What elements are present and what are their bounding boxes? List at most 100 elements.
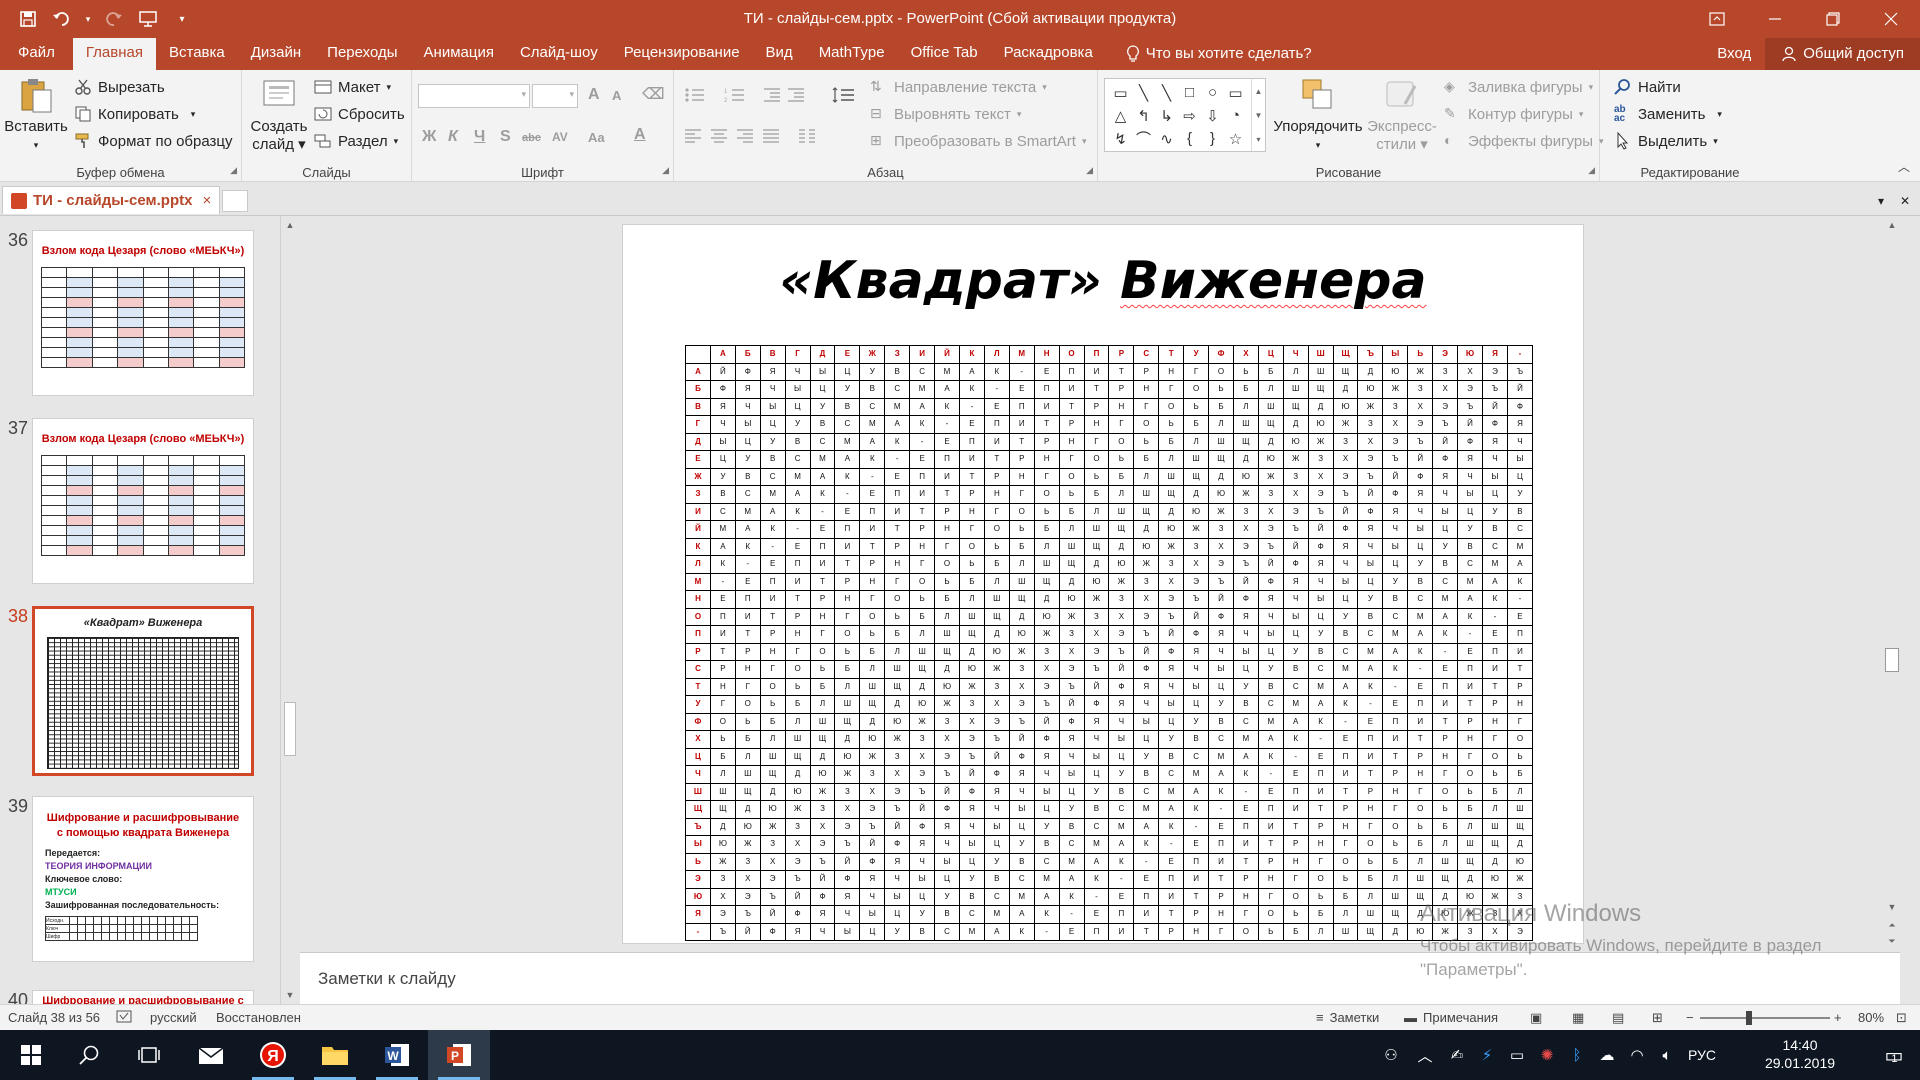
copy-button[interactable]: Копировать ▾ — [74, 105, 195, 123]
tab-officetab[interactable]: Office Tab — [898, 38, 991, 70]
shape-gallery-item[interactable]: ◔ — [1224, 104, 1247, 127]
tell-me-search[interactable]: Что вы хотите сделать? — [1106, 38, 1325, 70]
mail-app[interactable] — [180, 1030, 242, 1080]
decrease-indent-icon[interactable] — [762, 86, 782, 104]
spelling-icon[interactable] — [116, 1010, 134, 1024]
notes-pane[interactable]: Заметки к слайду — [300, 952, 1900, 1004]
select-button[interactable]: Выделить ▾ — [1614, 132, 1718, 150]
shape-gallery-item[interactable]: ╲ — [1155, 81, 1178, 104]
task-view-button[interactable] — [118, 1030, 180, 1080]
slide-sorter-icon[interactable]: ▦ — [1572, 1010, 1584, 1026]
shape-outline-button[interactable]: ✎ Контур фигуры ▾ — [1444, 105, 1583, 123]
columns-icon[interactable] — [798, 128, 816, 144]
lightning-icon[interactable]: ⚡ — [1472, 1046, 1502, 1064]
pen-icon[interactable]: ✍ — [1442, 1046, 1472, 1064]
tab-transitions[interactable]: Переходы — [314, 38, 410, 70]
bullets-icon[interactable] — [684, 86, 706, 104]
scrollbar-thumb[interactable] — [1885, 648, 1899, 672]
scroll-down-icon[interactable]: ▼ — [1882, 898, 1902, 916]
dialog-launcher-icon[interactable]: ◢ — [1588, 165, 1595, 176]
shape-gallery-item[interactable]: } — [1201, 127, 1224, 150]
close-tab-icon[interactable]: × — [202, 192, 211, 209]
vigenere-square-table[interactable]: АБВГДЕЖЗИЙКЛМНОПРСТУФХЦЧШЩЪЫЬЭЮЯ-АЙФЯЧЫЦ… — [685, 345, 1534, 941]
chevron-down-icon[interactable]: ▾ — [168, 5, 196, 33]
slide-scrollbar[interactable]: ▲ ▼ ⏶ ⏷ — [1882, 216, 1902, 952]
people-icon[interactable]: ⚇ — [1374, 1046, 1408, 1064]
save-icon[interactable] — [14, 5, 42, 33]
tab-file[interactable]: Файл — [0, 38, 73, 70]
close-icon[interactable] — [1862, 0, 1920, 38]
shape-gallery-item[interactable]: ☆ — [1224, 127, 1247, 150]
file-explorer-app[interactable] — [304, 1030, 366, 1080]
slide-title[interactable]: «Квадрат» Виженера — [623, 251, 1583, 311]
action-center[interactable]: ▭ 1 — [1866, 1030, 1916, 1080]
italic-button[interactable]: К — [448, 128, 458, 146]
fit-to-window-icon[interactable]: ⊡ — [1896, 1010, 1907, 1026]
spacing-button[interactable]: AV — [552, 130, 568, 144]
tab-view[interactable]: Вид — [753, 38, 806, 70]
word-app[interactable]: W — [366, 1030, 428, 1080]
line-spacing-icon[interactable] — [832, 86, 856, 104]
format-painter-button[interactable]: Формат по образцу — [74, 132, 233, 150]
replace-button[interactable]: ab ac Заменить ▾ — [1614, 105, 1722, 124]
start-button[interactable] — [0, 1030, 62, 1080]
zoom-slider[interactable] — [1700, 1017, 1830, 1019]
align-right-icon[interactable] — [736, 128, 754, 144]
tab-home[interactable]: Главная — [72, 38, 156, 70]
thumbnails-scrollbar[interactable]: ▲ ▼ — [280, 216, 298, 1004]
zoom-level[interactable]: 80% — [1858, 1010, 1884, 1025]
reset-button[interactable]: Сбросить — [314, 105, 405, 123]
align-center-icon[interactable] — [710, 128, 728, 144]
quick-styles-button[interactable]: Экспресс- стили ▾ — [1362, 76, 1442, 154]
document-tab[interactable]: ТИ - слайды-сем.pptx × — [2, 186, 221, 214]
underline-button[interactable]: Ч — [474, 128, 485, 146]
wifi-icon[interactable]: ◠ — [1622, 1046, 1652, 1064]
shape-gallery-item[interactable]: ⇨ — [1178, 104, 1201, 127]
slideshow-view-icon[interactable]: ⊞ — [1652, 1010, 1663, 1026]
tab-storyboard[interactable]: Раскадровка — [991, 38, 1106, 70]
shape-effects-button[interactable]: ◐ Эффекты фигуры ▾ — [1444, 132, 1604, 150]
increase-indent-icon[interactable] — [786, 86, 806, 104]
scroll-up-icon[interactable]: ▲ — [1882, 216, 1902, 234]
shape-fill-button[interactable]: ◈ Заливка фигуры ▾ — [1444, 78, 1593, 96]
share-button[interactable]: Общий доступ — [1765, 38, 1920, 70]
shape-gallery-item[interactable]: ▭ — [1224, 81, 1247, 104]
shrink-font-button[interactable]: A — [612, 88, 621, 103]
comments-toggle[interactable]: ▬ Примечания — [1404, 1010, 1498, 1025]
justify-icon[interactable] — [762, 128, 780, 144]
shape-gallery-item[interactable]: ↳ — [1155, 104, 1178, 127]
minimize-icon[interactable] — [1746, 0, 1804, 38]
shape-gallery-item[interactable]: ▭ — [1109, 81, 1132, 104]
change-case-button[interactable]: Aa — [588, 130, 605, 145]
login-button[interactable]: Вход — [1703, 38, 1765, 70]
shape-gallery-item[interactable]: ⌒ — [1132, 127, 1155, 150]
shape-gallery-item[interactable]: □ — [1178, 81, 1201, 104]
scrollbar-thumb[interactable] — [284, 702, 296, 756]
search-button[interactable] — [58, 1030, 120, 1080]
keyboard-language[interactable]: РУС — [1682, 1047, 1722, 1063]
clear-format-icon[interactable]: ⌫ — [642, 84, 665, 104]
bold-button[interactable]: Ж — [422, 128, 436, 146]
smartart-button[interactable]: ⊞ Преобразовать в SmartArt ▾ — [870, 132, 1086, 150]
cloud-icon[interactable]: ☁ — [1592, 1046, 1622, 1064]
normal-view-icon[interactable]: ▣ — [1530, 1010, 1542, 1026]
notes-toggle[interactable]: ≡ Заметки — [1316, 1010, 1379, 1025]
grow-font-button[interactable]: A — [588, 86, 600, 104]
volume-icon[interactable]: 🔈︎ — [1652, 1047, 1682, 1064]
font-color-button[interactable]: A — [634, 126, 646, 144]
shape-gallery-item[interactable]: ↰ — [1132, 104, 1155, 127]
scroll-down-icon[interactable]: ▼ — [281, 986, 299, 1004]
dialog-launcher-icon[interactable]: ◢ — [230, 165, 237, 176]
font-size-select[interactable]: ▾ — [532, 84, 578, 108]
dialog-launcher-icon[interactable]: ◢ — [1086, 165, 1093, 176]
shape-gallery-item[interactable]: ∿ — [1155, 127, 1178, 150]
clock[interactable]: 14:40 29.01.2019 — [1752, 1036, 1848, 1072]
tab-slideshow[interactable]: Слайд-шоу — [507, 38, 611, 70]
layout-button[interactable]: Макет ▾ — [314, 78, 391, 96]
new-tab-button[interactable] — [222, 190, 248, 212]
shadow-button[interactable]: S — [500, 128, 511, 146]
shape-gallery-item[interactable]: △ — [1109, 104, 1132, 127]
tab-list-icon[interactable]: ▾ — [1870, 190, 1892, 212]
align-left-icon[interactable] — [684, 128, 702, 144]
shape-gallery-item[interactable]: ↯ — [1109, 127, 1132, 150]
